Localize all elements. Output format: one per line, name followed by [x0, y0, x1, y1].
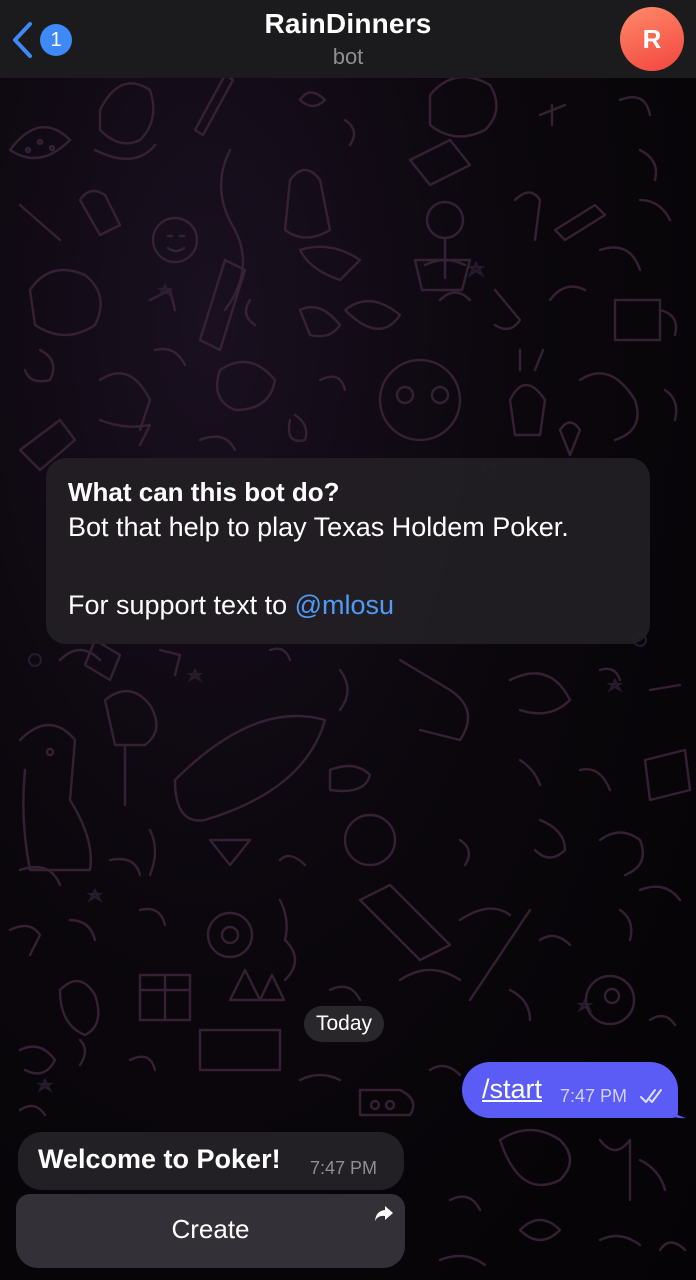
chat-header: 1 RainDinners bot R [0, 0, 696, 78]
double-check-icon [640, 1089, 662, 1103]
share-arrow-icon [375, 1206, 393, 1221]
support-mention-link[interactable]: @mlosu [295, 590, 394, 620]
inline-button-label: Create [171, 1214, 250, 1244]
bubble-tail [668, 1100, 686, 1119]
incoming-message-bubble[interactable]: Welcome to Poker! 7:47 PM [18, 1132, 404, 1190]
bot-info-heading: What can this bot do? [68, 477, 340, 507]
outgoing-message-bubble[interactable]: /start 7:47 PM [462, 1062, 678, 1118]
chat-title[interactable]: RainDinners [0, 8, 696, 40]
message-text: Welcome to Poker! [38, 1144, 281, 1174]
inline-create-button[interactable]: Create [16, 1194, 405, 1268]
bot-info-card: What can this bot do? Bot that help to p… [46, 458, 650, 644]
bot-info-description: Bot that help to play Texas Holdem Poker… [68, 512, 569, 542]
support-prefix: For support text to [68, 590, 295, 620]
bot-info-support-line: For support text to @mlosu [68, 586, 628, 624]
message-time: 7:47 PM [560, 1086, 628, 1106]
date-separator: Today [304, 1006, 385, 1042]
bot-avatar[interactable]: R [620, 7, 684, 71]
command-link[interactable]: /start [482, 1074, 542, 1105]
chat-subtitle: bot [332, 44, 364, 69]
message-time: 7:47 PM [310, 1158, 378, 1178]
bot-info-spacer [68, 546, 628, 586]
chat-screen: 1 RainDinners bot R What can this bot do… [0, 0, 696, 1280]
